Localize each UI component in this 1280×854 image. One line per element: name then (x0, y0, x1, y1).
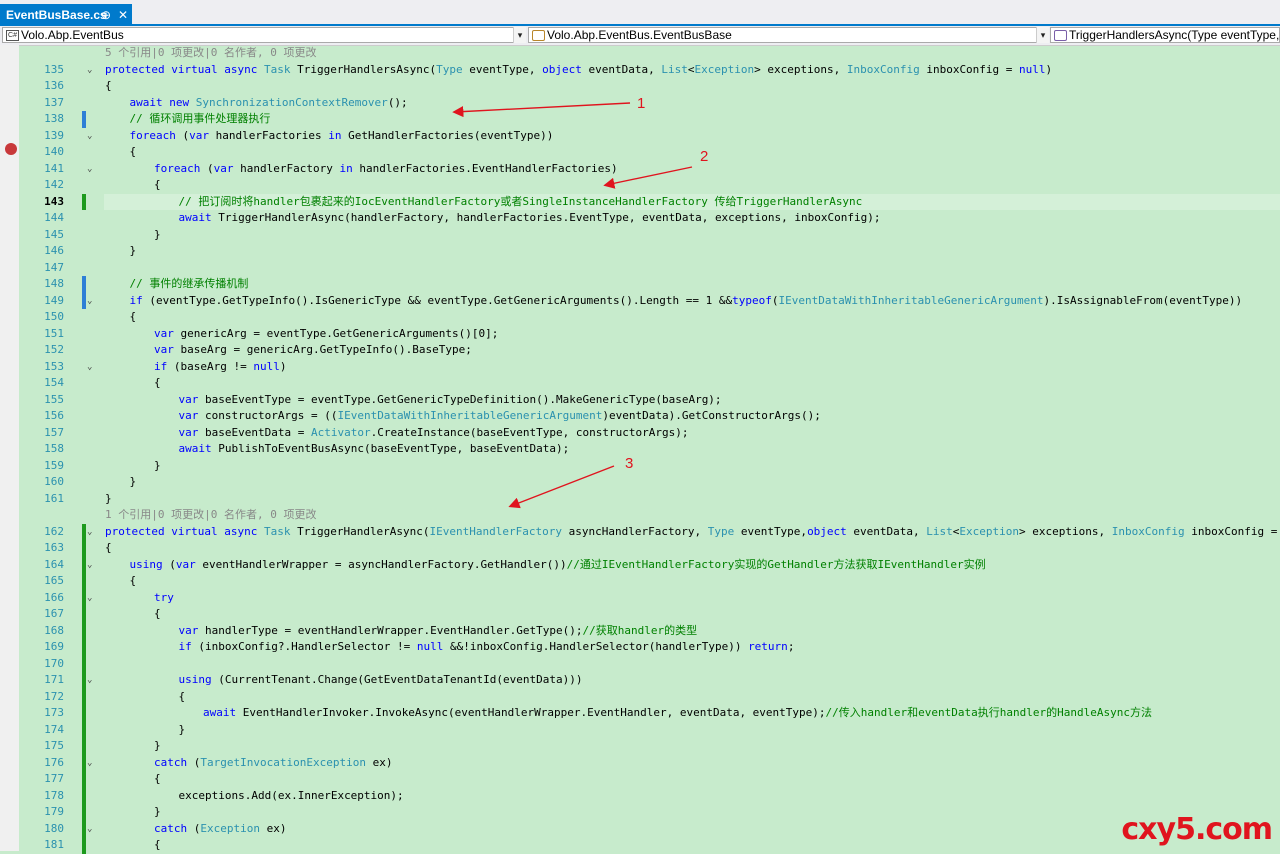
annotation-arrow-3 (508, 465, 615, 509)
annotation-arrow-2 (603, 166, 693, 189)
annotation-label-1: 1 (637, 95, 646, 112)
watermark-logo: cxy5.com (1121, 812, 1273, 847)
annotation-arrows (452, 102, 693, 509)
annotation-label-2: 2 (700, 148, 709, 165)
annotation-arrow-1 (452, 102, 631, 118)
annotation-label-3: 3 (625, 455, 634, 472)
